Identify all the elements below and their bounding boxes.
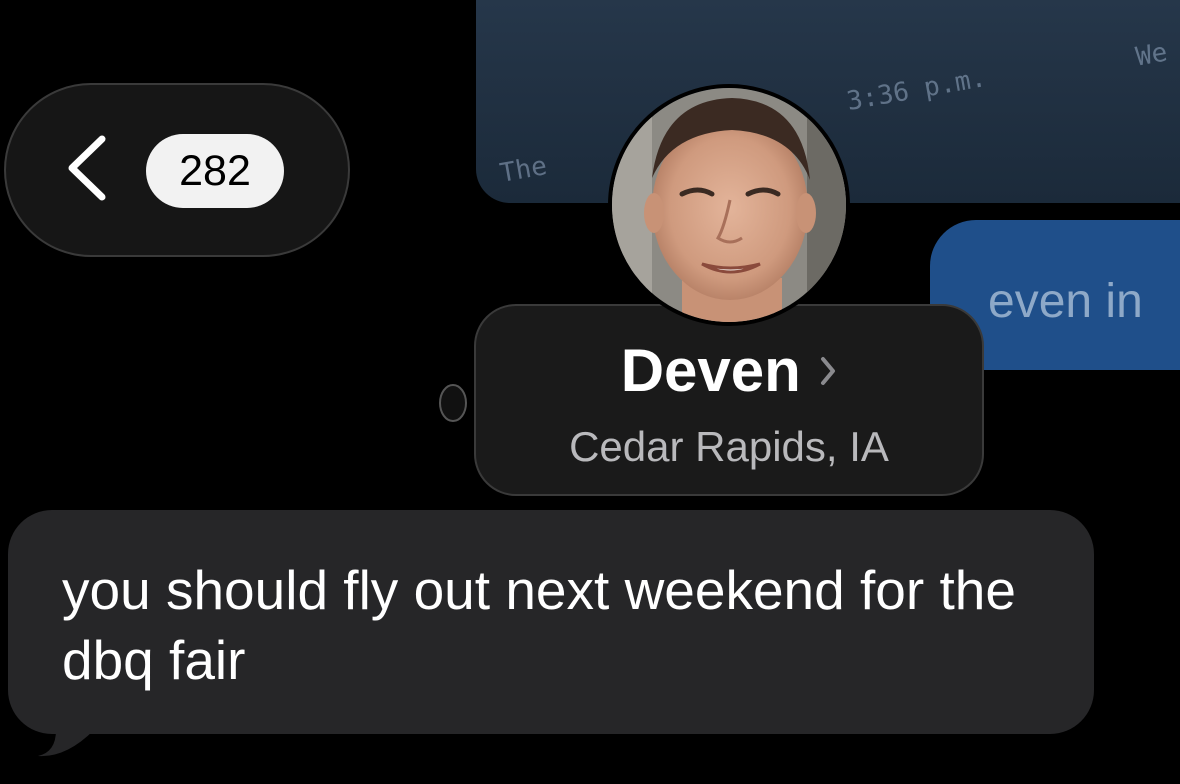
incoming-message-text: you should fly out next weekend for the …: [62, 559, 1016, 691]
chevron-right-icon: [821, 356, 836, 385]
image-overlay-text: We: [1133, 37, 1170, 73]
contact-name: Deven: [620, 337, 801, 404]
tapback-dot-icon: [439, 384, 467, 422]
avatar-photo: [612, 88, 846, 322]
back-button[interactable]: 282: [4, 83, 350, 257]
contact-location: Cedar Rapids, IA: [569, 423, 889, 470]
contact-card[interactable]: Deven Cedar Rapids, IA: [474, 304, 984, 496]
contact-avatar[interactable]: [608, 84, 850, 326]
unread-count-badge: 282: [146, 134, 284, 208]
outgoing-message-text: even in: [988, 275, 1143, 328]
image-overlay-text: 3:36 p.m.: [844, 62, 989, 118]
chevron-left-icon: [68, 135, 106, 201]
contact-name-row: Deven: [476, 336, 982, 405]
bubble-tail: [38, 690, 94, 757]
image-overlay-text: The: [497, 151, 550, 189]
